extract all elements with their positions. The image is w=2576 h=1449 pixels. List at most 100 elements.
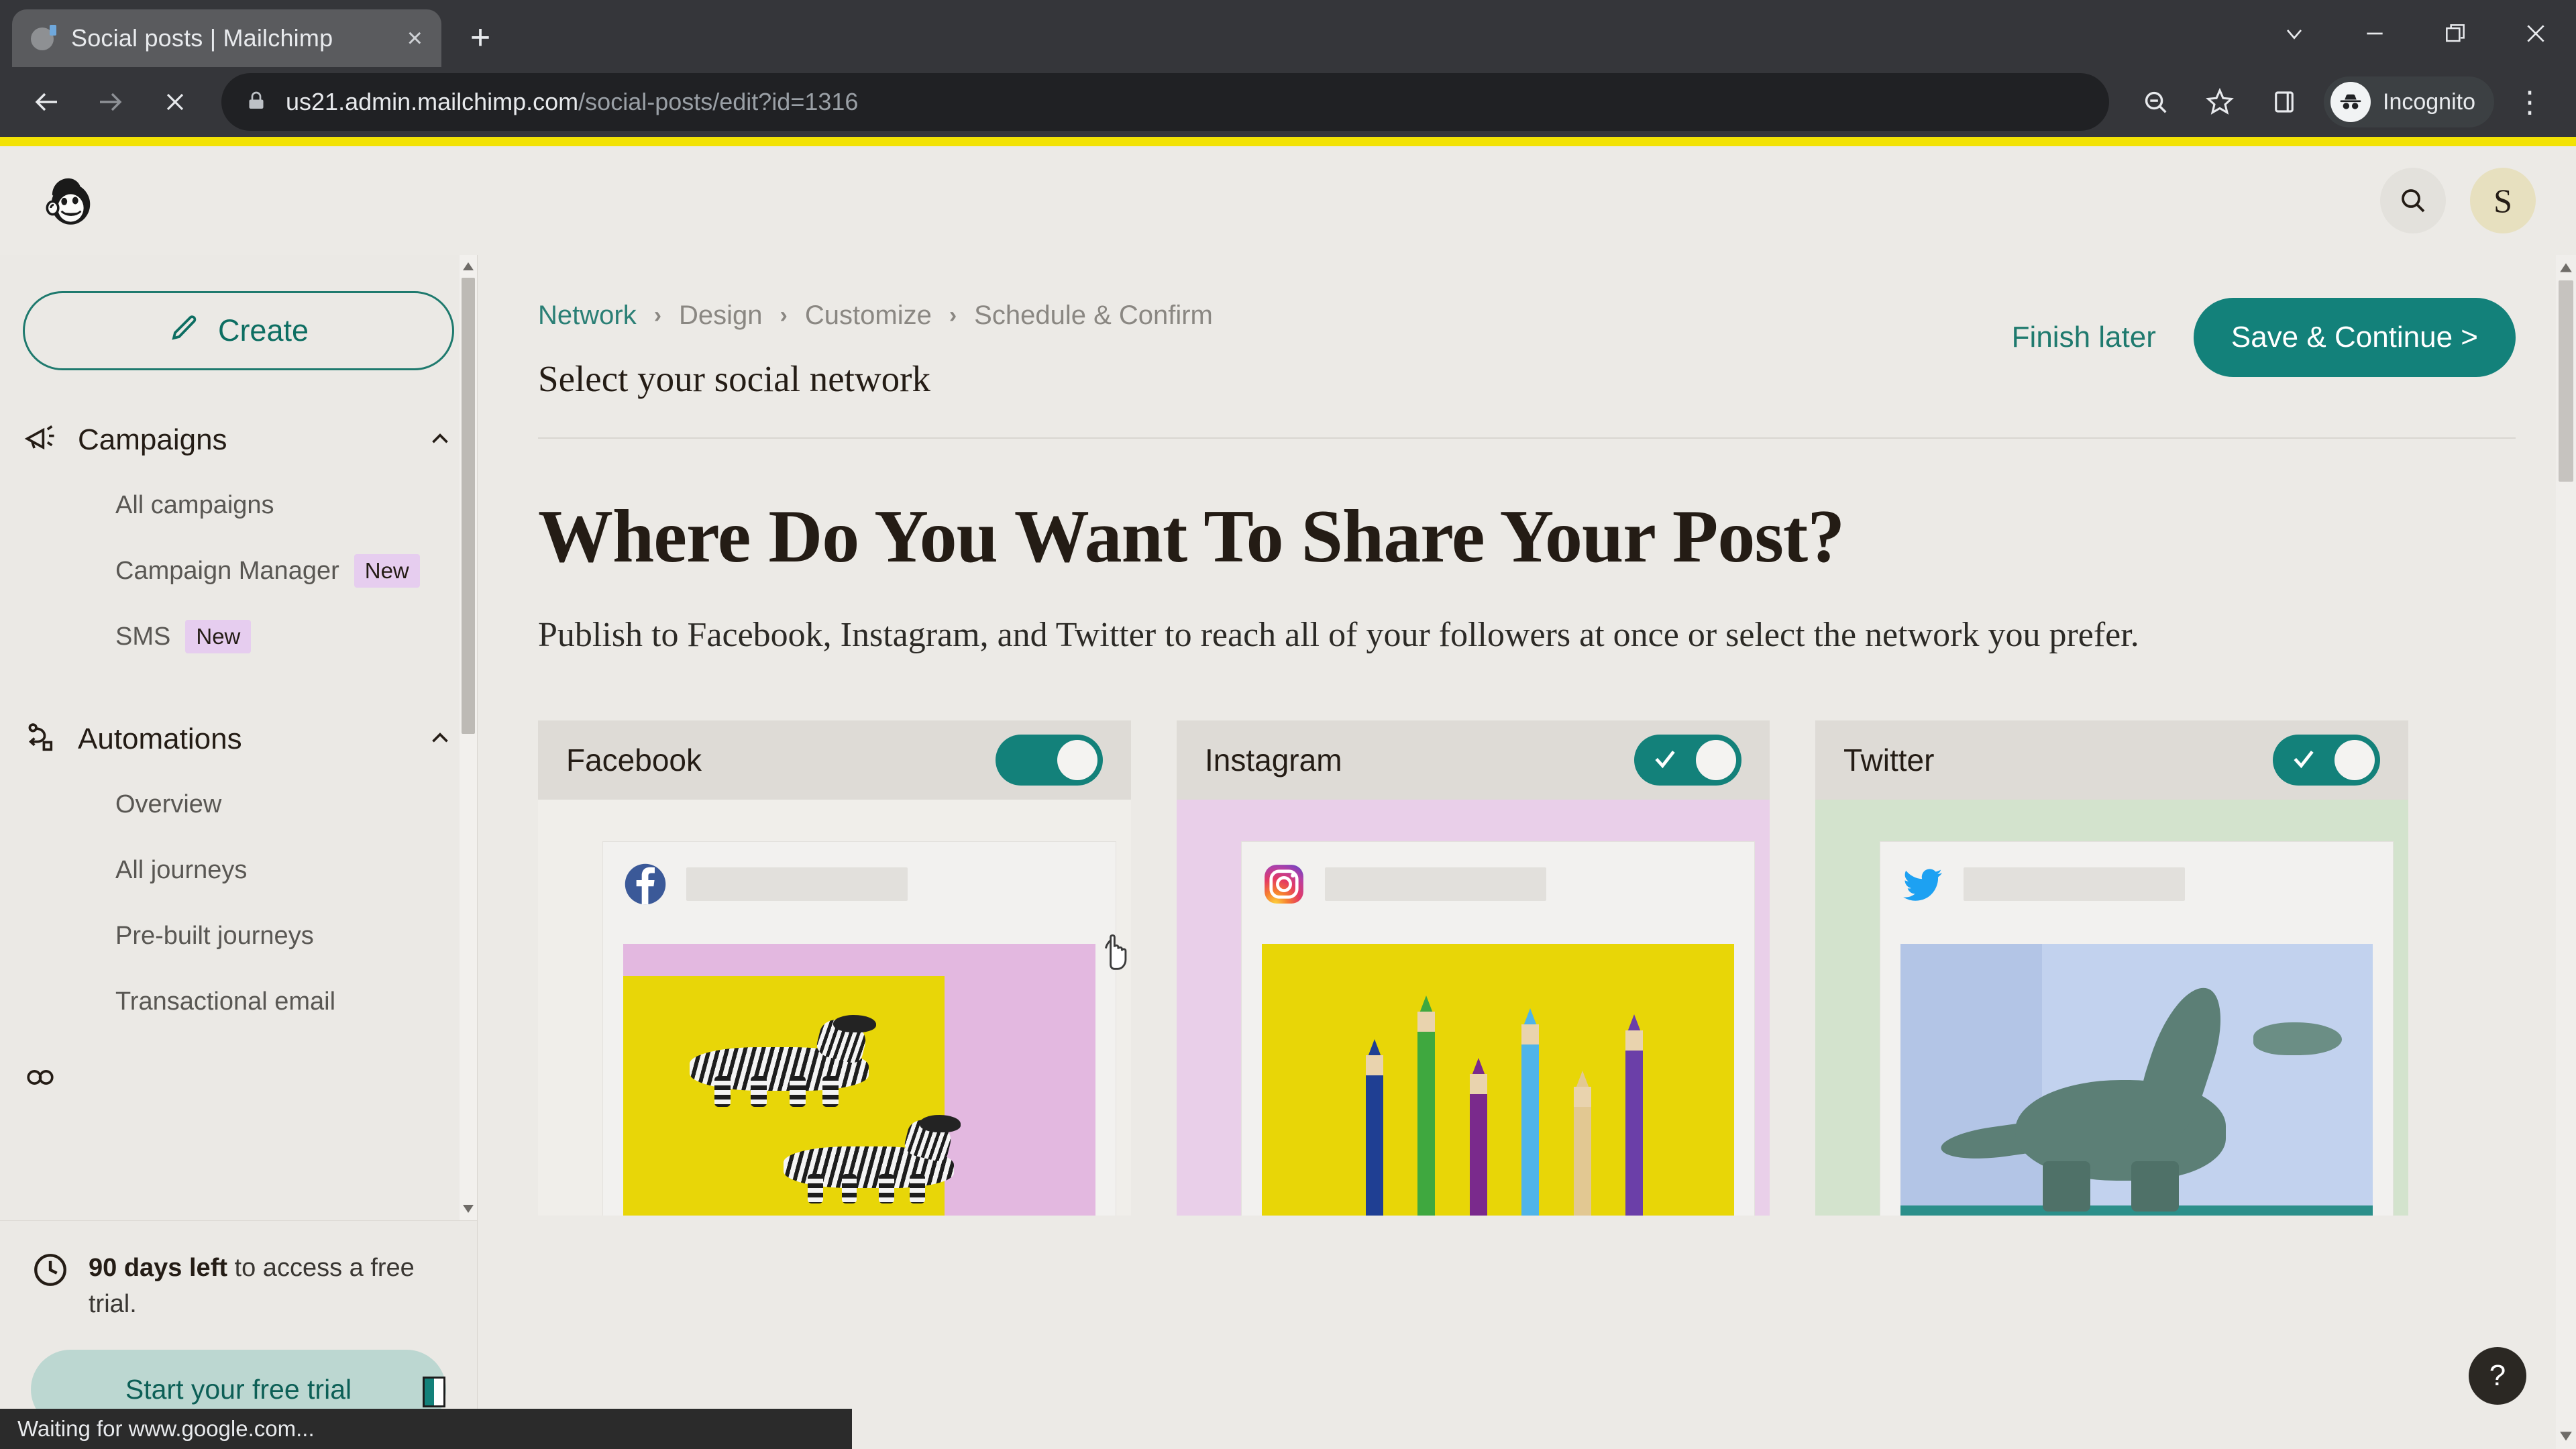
sidebar-item-audience[interactable] — [0, 1046, 477, 1111]
breadcrumb-customize[interactable]: Customize — [805, 301, 932, 331]
chevron-up-icon[interactable] — [426, 425, 454, 456]
browser-toolbar: us21.admin.mailchimp.com/social-posts/ed… — [0, 67, 2576, 137]
sidebar-item-label: SMS — [115, 623, 170, 651]
sidebar-item-label: Pre-built journeys — [115, 922, 314, 951]
network-name: Instagram — [1205, 742, 1342, 778]
forward-icon[interactable] — [82, 73, 140, 131]
trial-text: 90 days left to access a free trial. — [89, 1250, 446, 1323]
header-divider — [538, 437, 2516, 439]
sidebar-item-all-journeys[interactable]: All journeys — [0, 837, 477, 903]
side-panel-icon[interactable] — [2255, 73, 2313, 131]
app-header-actions: S — [2380, 146, 2536, 255]
post-preview — [1880, 841, 2394, 1216]
journey-icon — [23, 720, 58, 759]
main-subheading: Publish to Facebook, Instagram, and Twit… — [538, 615, 2516, 655]
main-content: Network › Design › Customize › Schedule … — [478, 255, 2576, 1449]
finish-later-button[interactable]: Finish later — [2012, 321, 2156, 354]
facebook-toggle[interactable] — [996, 735, 1103, 786]
twitter-toggle[interactable] — [2273, 735, 2380, 786]
save-and-continue-button[interactable]: Save & Continue > — [2194, 298, 2516, 377]
chevron-up-icon[interactable] — [426, 724, 454, 755]
restore-window-icon[interactable] — [2415, 0, 2496, 67]
preview-image-facebook — [623, 944, 1095, 1216]
incognito-label: Incognito — [2383, 89, 2475, 115]
page-scroll-thumb[interactable] — [2559, 280, 2573, 482]
network-card-instagram: Instagram — [1177, 720, 1770, 1216]
scroll-up-icon[interactable] — [460, 255, 477, 278]
sidebar: Create Campaigns — [0, 255, 478, 1449]
scroll-down-icon[interactable] — [460, 1197, 477, 1220]
twitter-icon — [1900, 862, 1945, 906]
network-name: Twitter — [1843, 742, 1934, 778]
sidebar-scroll-track[interactable] — [460, 278, 477, 1197]
toggle-knob — [1696, 740, 1736, 780]
close-window-icon[interactable] — [2496, 0, 2576, 67]
toggle-knob — [2334, 740, 2375, 780]
sidebar-scroll-thumb[interactable] — [462, 278, 475, 734]
browser-tab[interactable]: Social posts | Mailchimp × — [12, 9, 441, 67]
breadcrumb-design[interactable]: Design — [679, 301, 763, 331]
preview-image-twitter — [1900, 944, 2373, 1216]
network-name: Facebook — [566, 742, 702, 778]
mailchimp-favicon-icon — [31, 25, 58, 52]
url-text: us21.admin.mailchimp.com/social-posts/ed… — [286, 88, 858, 116]
brand-accent-bar — [0, 137, 2576, 146]
back-icon[interactable] — [17, 73, 75, 131]
address-bar[interactable]: us21.admin.mailchimp.com/social-posts/ed… — [221, 73, 2109, 131]
page-scrollbar[interactable] — [2556, 255, 2576, 1449]
sidebar-item-overview[interactable]: Overview — [0, 771, 477, 837]
chrome-menu-icon[interactable]: ⋮ — [2501, 73, 2559, 131]
sidebar-item-label: All journeys — [115, 856, 247, 885]
new-badge: New — [354, 554, 420, 588]
instagram-toggle[interactable] — [1634, 735, 1741, 786]
sidebar-item-campaign-manager[interactable]: Campaign Manager New — [0, 538, 477, 604]
url-host: us21.admin.mailchimp.com — [286, 88, 578, 115]
page-scroll-up-icon[interactable] — [2556, 255, 2576, 280]
sidebar-item-all-campaigns[interactable]: All campaigns — [0, 472, 477, 538]
page-viewport: S Create — [0, 137, 2576, 1449]
incognito-indicator[interactable]: Incognito — [2324, 76, 2494, 127]
zoom-out-icon[interactable] — [2127, 73, 2184, 131]
facebook-icon — [623, 862, 667, 906]
breadcrumb-schedule-confirm[interactable]: Schedule & Confirm — [974, 301, 1213, 331]
mouse-cursor — [1093, 910, 1147, 977]
page-scroll-track[interactable] — [2556, 280, 2576, 1424]
create-button[interactable]: Create — [23, 291, 454, 370]
stop-loading-icon[interactable] — [146, 73, 204, 131]
instagram-icon — [1262, 862, 1306, 906]
tab-strip: Social posts | Mailchimp × + — [0, 0, 2576, 67]
toggle-knob — [1057, 740, 1097, 780]
close-tab-icon[interactable]: × — [407, 25, 423, 52]
app-body: Create Campaigns — [0, 255, 2576, 1449]
create-button-label: Create — [218, 313, 309, 348]
network-card-preview-area — [538, 800, 1131, 1216]
bookmark-star-icon[interactable] — [2191, 73, 2249, 131]
tab-search-chevron-icon[interactable] — [2254, 0, 2334, 67]
header-actions: Finish later Save & Continue > — [2012, 295, 2516, 377]
sidebar-item-label: Transactional email — [115, 987, 335, 1016]
megaphone-icon — [23, 421, 58, 460]
sidebar-group-automations: Automations Overview All journeys — [0, 707, 477, 1034]
page-scroll-down-icon[interactable] — [2556, 1424, 2576, 1449]
minimize-icon[interactable] — [2334, 0, 2415, 67]
tab-title: Social posts | Mailchimp — [71, 24, 394, 52]
new-tab-button[interactable]: + — [452, 9, 508, 66]
sidebar-item-transactional-email[interactable]: Transactional email — [0, 969, 477, 1034]
sidebar-item-campaigns[interactable]: Campaigns — [0, 408, 477, 472]
network-card-preview-area — [1177, 800, 1770, 1216]
pencil-icon — [168, 311, 201, 351]
user-avatar[interactable]: S — [2470, 168, 2536, 233]
network-card-preview-area — [1815, 800, 2408, 1216]
preview-image-instagram — [1262, 944, 1734, 1216]
sidebar-item-sms[interactable]: SMS New — [0, 604, 477, 669]
clock-icon — [31, 1250, 70, 1293]
help-button[interactable]: ? — [2469, 1347, 2526, 1405]
mailchimp-freddie-logo-icon[interactable] — [40, 171, 99, 230]
sidebar-scrollbar[interactable] — [460, 255, 477, 1220]
app-header: S — [0, 146, 2576, 255]
network-cards: Facebook — [538, 720, 2516, 1216]
sidebar-item-pre-built-journeys[interactable]: Pre-built journeys — [0, 903, 477, 969]
sidebar-item-automations[interactable]: Automations — [0, 707, 477, 771]
search-icon[interactable] — [2380, 168, 2446, 233]
breadcrumb-network[interactable]: Network — [538, 301, 637, 331]
